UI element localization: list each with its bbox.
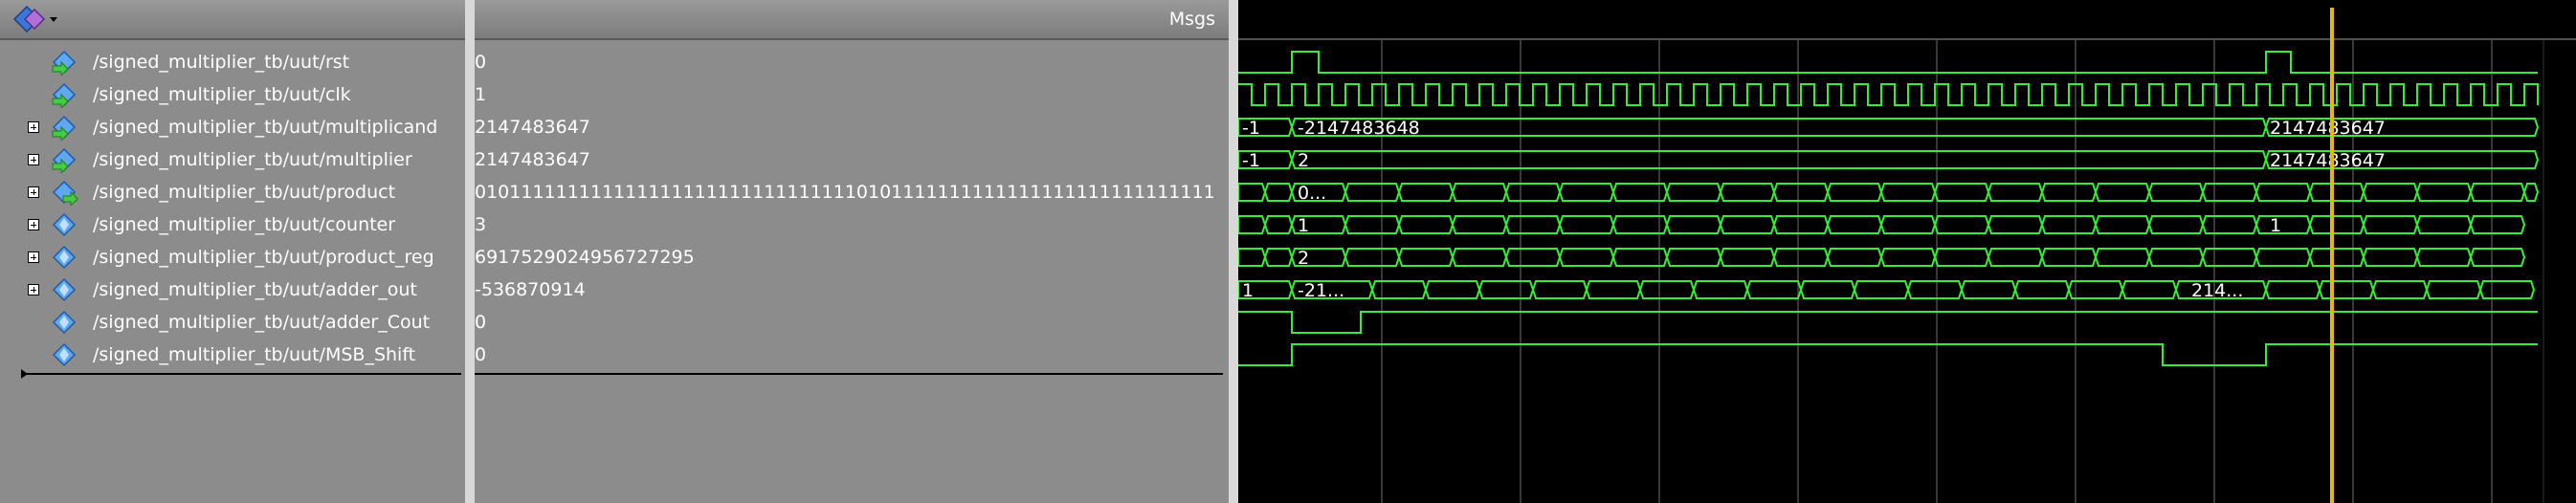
product-wave-label: 0... [1298, 183, 1326, 204]
waveform-canvas[interactable]: -1 -2147483648 2147483647 -1 2 2147483647 0...… [1238, 0, 2576, 503]
names-cursor-line [21, 373, 461, 375]
product-reg-wave-label: 2 [1298, 248, 1309, 269]
input-port-icon [50, 114, 78, 142]
input-port-icon [50, 49, 78, 77]
names-pane-header [0, 0, 465, 40]
expand-icon[interactable] [28, 284, 39, 295]
adder-out-wave-label: 1 [1242, 280, 1254, 301]
signal-row[interactable]: /signed_multiplier_tb/uut/product [0, 176, 465, 208]
signal-icon [50, 276, 78, 303]
signal-value: 2147483647 [475, 117, 590, 138]
signal-row[interactable]: /signed_multiplier_tb/uut/MSB_Shift [0, 339, 465, 371]
signal-name: /signed_multiplier_tb/uut/clk [93, 84, 351, 105]
pane-splitter-2[interactable] [1229, 0, 1238, 503]
signal-row[interactable]: /signed_multiplier_tb/uut/adder_Cout [0, 306, 465, 339]
adder-out-wave-label: -21... [1298, 280, 1344, 301]
multiplier-wave-label: -1 [1242, 150, 1260, 171]
product-bus [1238, 183, 2540, 202]
rst-waveform [1238, 51, 2538, 74]
signal-name: /signed_multiplier_tb/uut/product [93, 182, 396, 203]
input-port-icon [50, 81, 78, 110]
waveform-pane[interactable]: -1 -2147483648 2147483647 -1 2 2147483647 0...… [1238, 0, 2576, 503]
adder-out-wave-label: 214... [2191, 280, 2243, 301]
signal-icon [50, 309, 78, 336]
expand-icon[interactable] [28, 121, 39, 133]
signal-value: 6917529024956727295 [475, 247, 695, 268]
values-cursor-line [475, 373, 1223, 375]
msb-shift-waveform [1238, 343, 2538, 366]
signal-icon [50, 211, 78, 238]
signal-row[interactable]: /signed_multiplier_tb/uut/multiplicand [0, 111, 465, 143]
signal-name: /signed_multiplier_tb/uut/counter [93, 214, 396, 235]
multiplicand-wave-label: -1 [1242, 118, 1260, 139]
signal-name: /signed_multiplier_tb/uut/multiplicand [93, 117, 438, 138]
multiplicand-wave-label: 2147483647 [2270, 118, 2386, 139]
signal-values-pane: Msgs 0 1 2147483647 2147483647 0101111111111… [475, 0, 1229, 503]
signal-name: /signed_multiplier_tb/uut/adder_out [93, 279, 417, 300]
signal-row[interactable]: /signed_multiplier_tb/uut/clk [0, 78, 465, 111]
multiplier-wave-label: 2 [1298, 150, 1309, 171]
signal-value: 1 [475, 84, 487, 105]
value-row[interactable]: -536870914 [475, 273, 1229, 306]
signal-name: /signed_multiplier_tb/uut/product_reg [93, 247, 434, 268]
signal-value: -536870914 [475, 279, 586, 300]
add-wave-dropdown-button[interactable] [12, 5, 61, 33]
signal-row[interactable]: /signed_multiplier_tb/uut/multiplier [0, 143, 465, 176]
input-port-icon [50, 146, 78, 175]
signal-icon [50, 341, 78, 368]
value-row[interactable]: 0 [475, 339, 1229, 371]
value-row[interactable]: 0101111111111111111111111111111110101111… [475, 176, 1229, 208]
adder-out-bus [1238, 280, 2536, 299]
signal-names-pane: /signed_multiplier_tb/uut/rst/signed_mul… [0, 0, 465, 503]
expand-icon[interactable] [28, 252, 39, 263]
expand-icon[interactable] [28, 219, 39, 230]
expand-icon[interactable] [28, 154, 39, 165]
value-row[interactable]: 6917529024956727295 [475, 241, 1229, 273]
signal-value: 3 [475, 214, 487, 235]
waveform-window: /signed_multiplier_tb/uut/rst/signed_mul… [0, 0, 2576, 503]
adder-cout-waveform [1238, 311, 2538, 334]
value-row[interactable]: 1 [475, 78, 1229, 111]
signal-row[interactable]: /signed_multiplier_tb/uut/rst [0, 46, 465, 78]
multiplier-wave-label: 2147483647 [2270, 150, 2386, 171]
value-row[interactable]: 2147483647 [475, 143, 1229, 176]
signal-row[interactable]: /signed_multiplier_tb/uut/counter [0, 208, 465, 241]
signal-value: 0101111111111111111111111111111110101111… [475, 182, 1215, 203]
signal-row[interactable]: /signed_multiplier_tb/uut/product_reg [0, 241, 465, 273]
signal-row[interactable]: /signed_multiplier_tb/uut/adder_out [0, 273, 465, 306]
counter-wave-label: 1 [2270, 215, 2281, 236]
signal-name: /signed_multiplier_tb/uut/MSB_Shift [93, 344, 416, 365]
signal-name: /signed_multiplier_tb/uut/adder_Cout [93, 312, 431, 333]
msgs-column-label: Msgs [1168, 9, 1215, 30]
signal-value: 0 [475, 312, 487, 333]
signal-value: 2147483647 [475, 149, 590, 170]
value-row[interactable]: 0 [475, 46, 1229, 78]
clk-waveform [1238, 83, 2539, 106]
signal-name: /signed_multiplier_tb/uut/multiplier [93, 149, 412, 170]
signal-value: 0 [475, 52, 487, 73]
output-port-icon [50, 179, 78, 208]
pane-splitter-1[interactable] [465, 0, 475, 503]
signal-icon [50, 244, 78, 271]
multiplicand-wave-label: -2147483648 [1298, 118, 1420, 139]
value-row[interactable]: 2147483647 [475, 111, 1229, 143]
diamond-menu-icon [12, 5, 57, 33]
counter-wave-label: 1 [1298, 215, 1309, 236]
values-pane-header: Msgs [475, 0, 1229, 40]
expand-icon[interactable] [28, 186, 39, 198]
value-row[interactable]: 0 [475, 306, 1229, 339]
signal-name: /signed_multiplier_tb/uut/rst [93, 52, 350, 73]
value-row[interactable]: 3 [475, 208, 1229, 241]
signal-value: 0 [475, 344, 487, 365]
